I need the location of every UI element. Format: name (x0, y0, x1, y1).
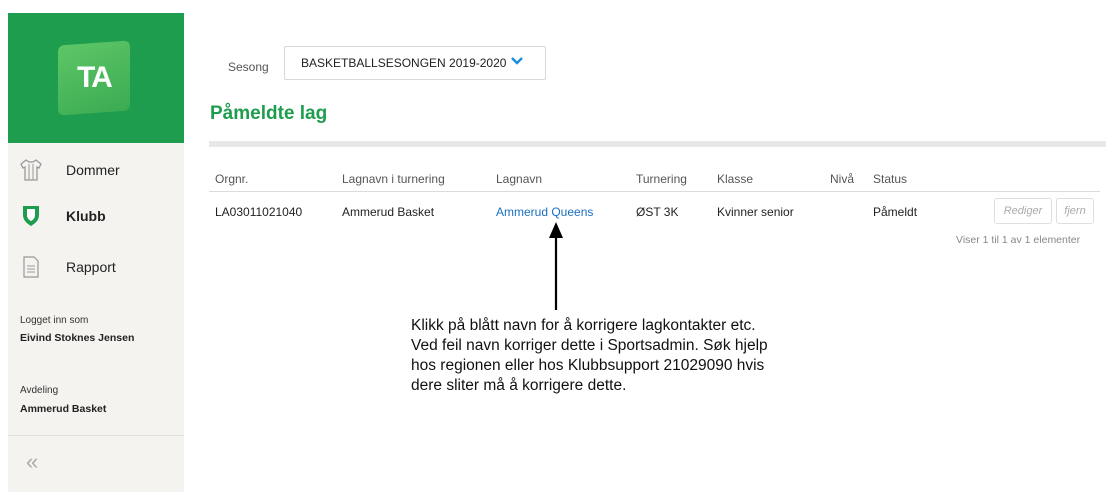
annotation-line: hos regionen eller hos Klubbsupport 2102… (411, 357, 765, 374)
cell-status: Påmeldt (873, 205, 918, 219)
logo-text: TA (77, 61, 111, 95)
divider (209, 141, 1106, 147)
season-select[interactable]: BASKETBALLSESONGEN 2019-2020 (284, 46, 546, 80)
department-value: Ammerud Basket (20, 403, 107, 415)
annotation-line: Ved feil navn korriger dette i Sportsadm… (411, 337, 768, 354)
document-icon (20, 255, 42, 279)
sidebar-item-rapport[interactable]: Rapport (8, 245, 184, 289)
cell-turnering: ØST 3K (636, 205, 679, 219)
sidebar-divider (8, 435, 184, 436)
team-name-link[interactable]: Ammerud Queens (496, 205, 593, 219)
sidebar-item-dommer[interactable]: Dommer (8, 148, 184, 192)
annotation-line: Klikk på blått navn for å korrigere lagk… (411, 317, 756, 334)
shield-icon (20, 204, 42, 228)
remove-button[interactable]: fjern (1056, 198, 1094, 224)
logo-area: TA (8, 13, 184, 143)
department-label: Avdeling (20, 385, 59, 396)
column-header-turnering: Turnering (636, 172, 687, 186)
page-title: Påmeldte lag (210, 103, 328, 124)
logged-in-label: Logget inn som (20, 315, 89, 326)
cell-klasse: Kvinner senior (717, 205, 794, 219)
column-header-lagnavn: Lagnavn (496, 172, 543, 186)
sidebar: TA Dommer Klubb Rapport Logget inn som E… (8, 13, 184, 492)
sidebar-item-klubb[interactable]: Klubb (8, 194, 184, 238)
sidebar-item-label: Dommer (66, 162, 120, 178)
annotation-text: Klikk på blått navn for å korrigere lagk… (411, 316, 891, 396)
referee-shirt-icon (20, 158, 42, 182)
column-header-orgnr: Orgnr. (215, 172, 249, 186)
table-header-divider (209, 191, 1100, 192)
logo[interactable]: TA (58, 40, 130, 116)
sidebar-item-label: Rapport (66, 259, 116, 275)
cell-lagnavn-turnering: Ammerud Basket (342, 205, 435, 219)
column-header-klasse: Klasse (717, 172, 754, 186)
annotation-line: dere sliter må å korrigere dette. (411, 377, 627, 394)
annotation-arrow (549, 222, 563, 310)
column-header-niva: Nivå (830, 172, 855, 186)
season-label: Sesong (228, 60, 269, 74)
chevron-down-icon (511, 55, 523, 69)
collapse-sidebar-icon[interactable]: « (26, 449, 38, 475)
column-header-status: Status (873, 172, 908, 186)
logged-in-user: Eivind Stoknes Jensen (20, 332, 135, 344)
column-header-lagnavn-turnering: Lagnavn i turnering (342, 172, 445, 186)
edit-button[interactable]: Rediger (994, 198, 1052, 224)
season-selected-value: BASKETBALLSESONGEN 2019-2020 (301, 56, 507, 70)
sidebar-item-label: Klubb (66, 208, 106, 224)
cell-orgnr: LA03011021040 (215, 205, 303, 219)
pagination-info: Viser 1 til 1 av 1 elementer (956, 234, 1081, 246)
